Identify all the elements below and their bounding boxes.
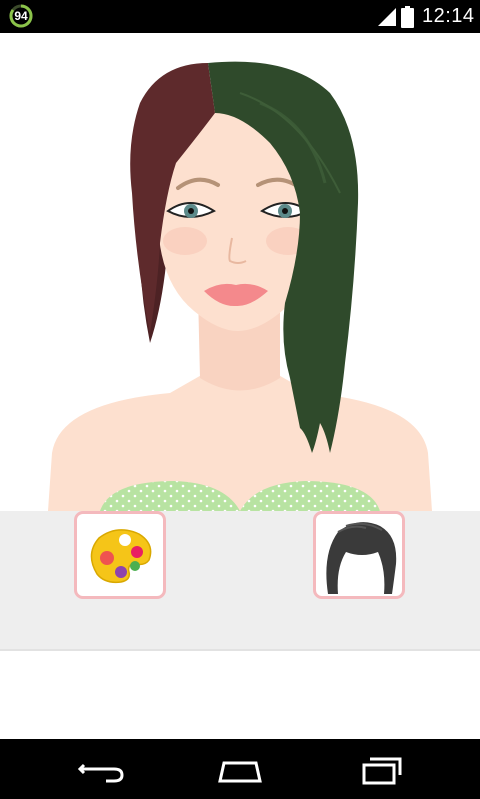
battery-icon [401,6,414,28]
back-icon [77,763,124,783]
home-button[interactable] [210,753,270,785]
status-clock: 12:14 [422,5,475,27]
palette-icon [90,529,152,584]
notification-badge-icon: 94 [9,4,33,28]
signal-icon [378,8,396,26]
nav-bar [0,739,480,799]
recents-button[interactable] [350,753,410,785]
avatar-stage [0,33,480,511]
home-icon [218,761,262,783]
notification-count: 94 [14,9,28,23]
avatar-illustration [48,61,432,511]
avatar-body [48,373,432,511]
tool-tray [0,511,480,649]
recents-icon [362,757,402,785]
hairstyle-icon [326,522,397,594]
hairstyle-button[interactable] [313,511,405,599]
tray-divider [0,649,480,651]
color-palette-button[interactable] [74,511,166,599]
back-button[interactable] [70,753,130,785]
status-bar: 94 12:14 [0,0,480,33]
